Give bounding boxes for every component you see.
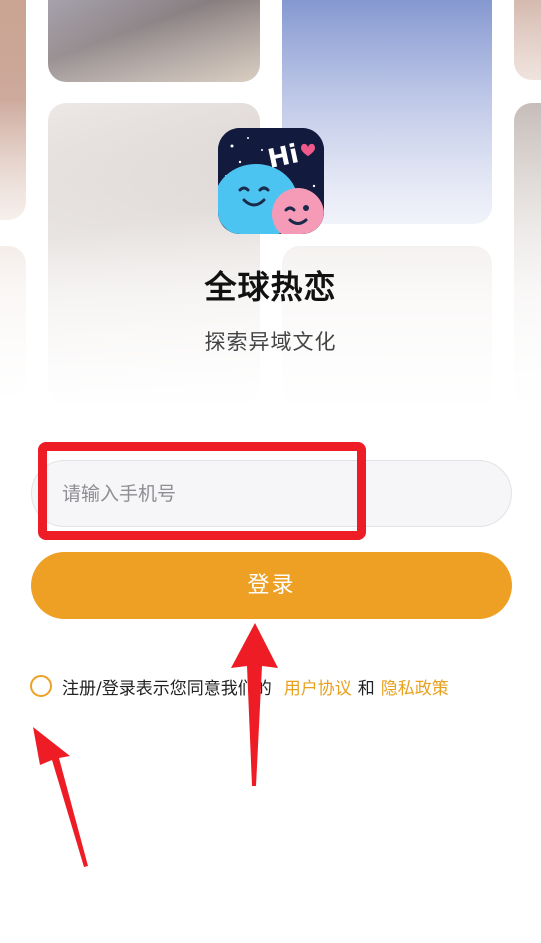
- annotation-arrow-diagonal-icon: [33, 727, 88, 867]
- annotation-arrow-up-icon: [231, 623, 278, 786]
- annotation-arrows: [33, 623, 278, 867]
